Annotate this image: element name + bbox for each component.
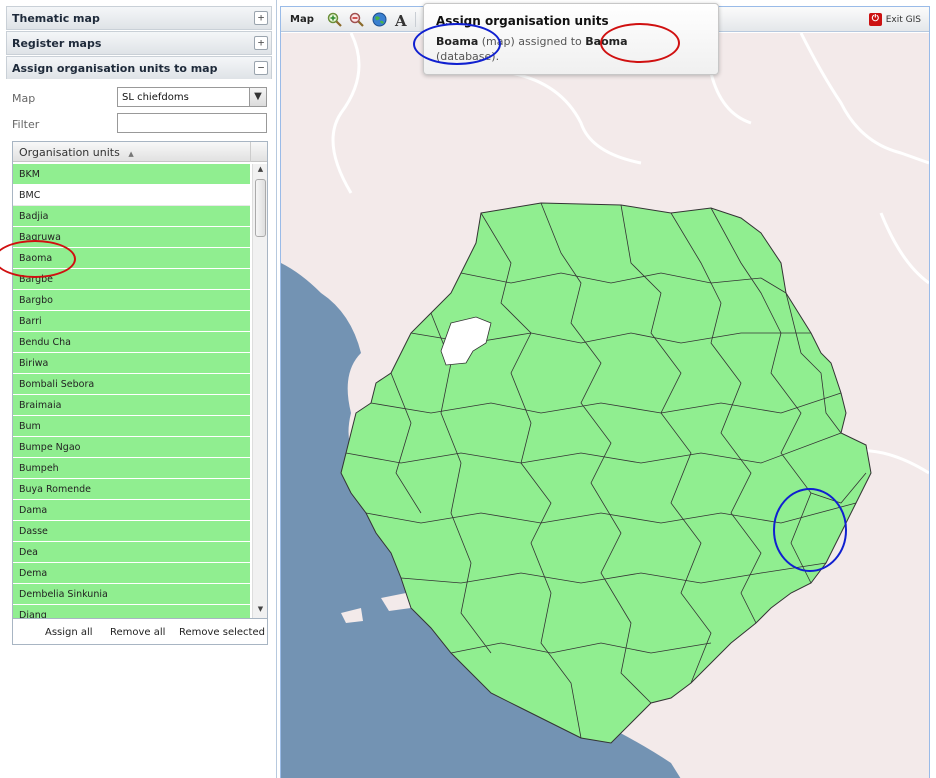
organisation-units-grid: Organisation units ▲ BKM BMC Badjia Bagruwa… xyxy=(12,141,268,619)
grid-row-org-unit[interactable]: Dembelia Sinkunia xyxy=(13,584,250,605)
grid-row-org-unit[interactable]: Dea xyxy=(13,542,250,563)
map-select[interactable]: SL chiefdoms ▼ xyxy=(117,87,267,107)
gis-app: Thematic map + Register maps + Assign or… xyxy=(0,0,936,778)
grid-header-organisation-units[interactable]: Organisation units ▲ xyxy=(13,142,267,162)
exit-gis-button[interactable]: ⏻ Exit GIS xyxy=(868,13,921,26)
collapse-icon[interactable]: − xyxy=(254,61,268,75)
grid-row-org-unit[interactable]: BMC xyxy=(13,185,250,206)
map-canvas[interactable] xyxy=(281,33,929,778)
svg-text:A: A xyxy=(394,12,407,27)
grid-row-org-unit[interactable]: Buya Romende xyxy=(13,479,250,500)
assign-units-body: Map SL chiefdoms ▼ Filter Organisation u… xyxy=(6,79,272,778)
grid-row-org-unit[interactable]: BKM xyxy=(13,164,250,185)
scroll-down-icon[interactable]: ▼ xyxy=(253,605,267,618)
scroll-up-icon[interactable]: ▲ xyxy=(253,165,267,178)
map-label: Map xyxy=(12,92,36,105)
map-svg[interactable] xyxy=(281,33,929,778)
grid-row-org-unit[interactable]: Bumpeh xyxy=(13,458,250,479)
map-select-value: SL chiefdoms xyxy=(122,92,189,103)
highlight-circle-db-unit xyxy=(600,23,680,63)
grid-row-org-unit[interactable]: Biriwa xyxy=(13,353,250,374)
grid-row-org-unit[interactable]: Bendu Cha xyxy=(13,332,250,353)
grid-rows: BKM BMC Badjia Bagruwa Baoma Bargbe Bargbo Barr… xyxy=(13,164,250,618)
grid-row-org-unit[interactable]: Dema xyxy=(13,563,250,584)
scrollbar-thumb[interactable] xyxy=(255,179,266,237)
sort-asc-icon: ▲ xyxy=(128,150,134,158)
highlight-circle-map-unit xyxy=(413,23,501,65)
grid-row-org-unit[interactable]: Bum xyxy=(13,416,250,437)
grid-row-org-unit[interactable]: Dasse xyxy=(13,521,250,542)
expand-icon[interactable]: + xyxy=(254,36,268,50)
remove-all-button[interactable]: Remove all xyxy=(110,627,165,638)
grid-row-org-unit[interactable]: Braimaia xyxy=(13,395,250,416)
label-icon[interactable]: A xyxy=(394,12,409,27)
remove-selected-button[interactable]: Remove selected xyxy=(179,627,265,638)
chevron-down-icon[interactable]: ▼ xyxy=(249,88,266,106)
filter-label: Filter xyxy=(12,118,40,131)
accordion-thematic-map[interactable]: Thematic map + xyxy=(6,6,272,30)
exit-icon: ⏻ xyxy=(868,13,882,26)
grid-scrollbar[interactable]: ▲ ▼ xyxy=(252,164,267,618)
grid-row-org-unit[interactable]: Diang xyxy=(13,605,250,618)
accordion-register-maps[interactable]: Register maps + xyxy=(6,31,272,55)
assign-all-button[interactable]: Assign all xyxy=(45,627,93,638)
grid-row-org-unit[interactable]: Bargbo xyxy=(13,290,250,311)
grid-toolbar: Assign all Remove all Remove selected xyxy=(12,619,268,645)
grid-row-org-unit[interactable]: Dama xyxy=(13,500,250,521)
zoom-out-icon[interactable] xyxy=(349,12,364,27)
toolbar-separator xyxy=(415,12,416,27)
filter-input[interactable] xyxy=(117,113,267,133)
accordion-assign-units-label: Assign organisation units to map xyxy=(12,62,218,75)
accordion-register-maps-label: Register maps xyxy=(12,37,102,50)
grid-row-org-unit[interactable]: Badjia xyxy=(13,206,250,227)
zoom-in-icon[interactable] xyxy=(327,12,342,27)
grid-row-org-unit[interactable]: Barri xyxy=(13,311,250,332)
map-panel: Map A ⏻ Exit GIS xyxy=(280,6,930,778)
accordion-thematic-map-label: Thematic map xyxy=(12,12,100,25)
column-divider xyxy=(250,142,251,162)
grid-row-org-unit[interactable]: Bombali Sebora xyxy=(13,374,250,395)
expand-icon[interactable]: + xyxy=(254,11,268,25)
left-panel: Thematic map + Register maps + Assign or… xyxy=(0,0,277,778)
accordion-assign-units[interactable]: Assign organisation units to map − xyxy=(6,56,272,80)
grid-column-label: Organisation units xyxy=(19,146,120,159)
exit-gis-label: Exit GIS xyxy=(885,15,921,25)
globe-icon[interactable] xyxy=(372,12,387,27)
grid-row-org-unit[interactable]: Bumpe Ngao xyxy=(13,437,250,458)
map-panel-title: Map xyxy=(290,14,314,25)
